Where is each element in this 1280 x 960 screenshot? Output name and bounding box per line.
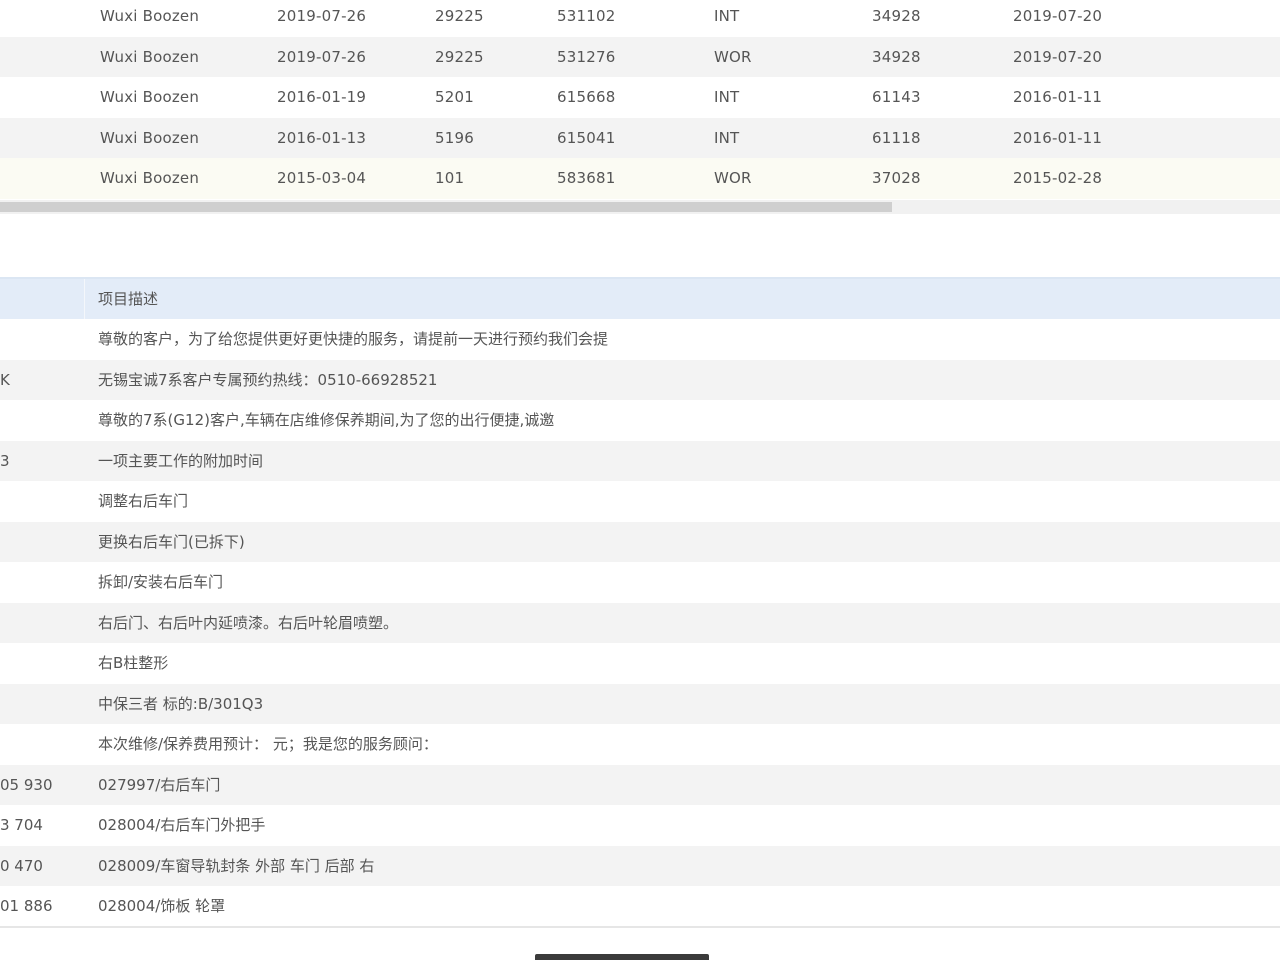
work-items-table: 项目描述 尊敬的客户，为了给您提供更好更快捷的服务，请提前一天进行预约我们会提 … (0, 277, 1280, 927)
item-code: 3 704 (0, 816, 43, 834)
table-row[interactable]: Wuxi Boozen 2015-03-04 101 583681 WOR 37… (0, 158, 1280, 199)
table-row[interactable]: 05 930 027997/右后车门 (0, 764, 1280, 805)
item-description: 拆卸/安装右后车门 (98, 573, 224, 591)
number-cell: 61143 (872, 88, 921, 106)
page: Wuxi Boozen 2019-07-26 29225 531102 INT … (0, 0, 1280, 960)
table-row[interactable]: 3 一项主要工作的附加时间 (0, 440, 1280, 481)
type-cell: WOR (714, 169, 752, 187)
item-description: 右后门、右后叶内延喷漆。右后叶轮眉喷塑。 (98, 613, 399, 632)
date-cell: 2016-01-11 (1013, 128, 1103, 147)
table-header: 项目描述 (0, 277, 1280, 319)
item-description: 028004/右后车门外把手 (98, 816, 266, 834)
item-description: 本次维修/保养费用预计： 元；我是您的服务顾问： (98, 735, 438, 753)
order-number-cell: 531102 (557, 7, 616, 25)
mileage-cell: 5196 (435, 128, 474, 147)
date-cell: 2016-01-13 (277, 128, 367, 147)
item-description: 中保三者 标的:B/301Q3 (98, 694, 264, 713)
mileage-cell: 101 (435, 169, 465, 187)
dealer-cell: Wuxi Boozen (100, 128, 200, 147)
number-cell: 37028 (872, 169, 921, 187)
table-row[interactable]: 右B柱整形 (0, 643, 1280, 684)
item-code: 05 930 (0, 775, 53, 794)
item-description: 027997/右后车门 (98, 775, 221, 794)
item-description: 028009/车窗导轨封条 外部 车门 后部 右 (98, 856, 375, 875)
item-description: 调整右后车门 (98, 492, 189, 510)
item-code: 3 (0, 451, 10, 470)
table-row[interactable]: Wuxi Boozen 2019-07-26 29225 531102 INT … (0, 0, 1280, 37)
number-cell: 34928 (872, 7, 921, 25)
table-row[interactable]: 尊敬的7系(G12)客户,车辆在店维修保养期间,为了您的出行便捷,诚邀 (0, 400, 1280, 441)
table-row[interactable]: K 无锡宝诚7系客户专属预约热线：0510-66928521 (0, 359, 1280, 400)
date-cell: 2016-01-19 (277, 88, 367, 106)
number-cell: 34928 (872, 47, 921, 66)
type-cell: INT (714, 128, 740, 147)
dealer-cell: Wuxi Boozen (100, 169, 200, 187)
item-description: 一项主要工作的附加时间 (98, 451, 264, 470)
table-row[interactable]: 0 470 028009/车窗导轨封条 外部 车门 后部 右 (0, 845, 1280, 886)
item-description: 尊敬的客户，为了给您提供更好更快捷的服务，请提前一天进行预约我们会提 (98, 330, 609, 348)
date-cell: 2016-01-11 (1013, 88, 1103, 106)
item-description: 右B柱整形 (98, 654, 169, 672)
type-cell: INT (714, 88, 740, 106)
type-cell: INT (714, 7, 740, 25)
header-description[interactable]: 项目描述 (98, 279, 158, 319)
date-cell: 2019-07-26 (277, 7, 367, 25)
order-number-cell: 531276 (557, 47, 616, 66)
date-cell: 2019-07-20 (1013, 47, 1103, 66)
mileage-cell: 5201 (435, 88, 474, 106)
item-description: 更换右后车门(已拆下) (98, 532, 245, 551)
type-cell: WOR (714, 47, 752, 66)
bottom-bar-handle[interactable] (535, 954, 709, 960)
table-row[interactable]: 拆卸/安装右后车门 (0, 562, 1280, 603)
table-bottom-border (0, 926, 1280, 928)
table-row[interactable]: 调整右后车门 (0, 481, 1280, 522)
table-row[interactable]: 右后门、右后叶内延喷漆。右后叶轮眉喷塑。 (0, 602, 1280, 643)
table-row[interactable]: 更换右后车门(已拆下) (0, 521, 1280, 562)
table-row[interactable]: 中保三者 标的:B/301Q3 (0, 683, 1280, 724)
date-cell: 2015-02-28 (1013, 169, 1103, 187)
table-row[interactable]: Wuxi Boozen 2019-07-26 29225 531276 WOR … (0, 36, 1280, 77)
table-row[interactable]: 3 704 028004/右后车门外把手 (0, 805, 1280, 846)
table-row[interactable]: 01 886 028004/饰板 轮罩 (0, 886, 1280, 927)
dealer-cell: Wuxi Boozen (100, 88, 200, 106)
order-number-cell: 583681 (557, 169, 616, 187)
date-cell: 2015-03-04 (277, 169, 367, 187)
table-row[interactable]: 尊敬的客户，为了给您提供更好更快捷的服务，请提前一天进行预约我们会提 (0, 319, 1280, 360)
order-number-cell: 615041 (557, 128, 616, 147)
table-row[interactable]: Wuxi Boozen 2016-01-19 5201 615668 INT 6… (0, 77, 1280, 118)
item-description: 028004/饰板 轮罩 (98, 897, 226, 915)
item-description: 无锡宝诚7系客户专属预约热线：0510-66928521 (98, 370, 438, 389)
dealer-cell: Wuxi Boozen (100, 7, 200, 25)
table-body: 尊敬的客户，为了给您提供更好更快捷的服务，请提前一天进行预约我们会提 K 无锡宝… (0, 319, 1280, 927)
number-cell: 61118 (872, 128, 921, 147)
table-row[interactable]: Wuxi Boozen 2016-01-13 5196 615041 INT 6… (0, 117, 1280, 158)
scrollbar-thumb[interactable] (0, 202, 892, 212)
item-code: K (0, 370, 10, 389)
history-table: Wuxi Boozen 2019-07-26 29225 531102 INT … (0, 0, 1280, 199)
date-cell: 2019-07-20 (1013, 7, 1103, 25)
item-code: 01 886 (0, 897, 53, 915)
mileage-cell: 29225 (435, 47, 484, 66)
order-number-cell: 615668 (557, 88, 616, 106)
table-row[interactable]: 本次维修/保养费用预计： 元；我是您的服务顾问： (0, 724, 1280, 765)
horizontal-scrollbar[interactable] (0, 200, 1280, 214)
column-divider (84, 279, 85, 319)
item-description: 尊敬的7系(G12)客户,车辆在店维修保养期间,为了您的出行便捷,诚邀 (98, 411, 555, 429)
mileage-cell: 29225 (435, 7, 484, 25)
item-code: 0 470 (0, 856, 43, 875)
date-cell: 2019-07-26 (277, 47, 367, 66)
dealer-cell: Wuxi Boozen (100, 47, 200, 66)
